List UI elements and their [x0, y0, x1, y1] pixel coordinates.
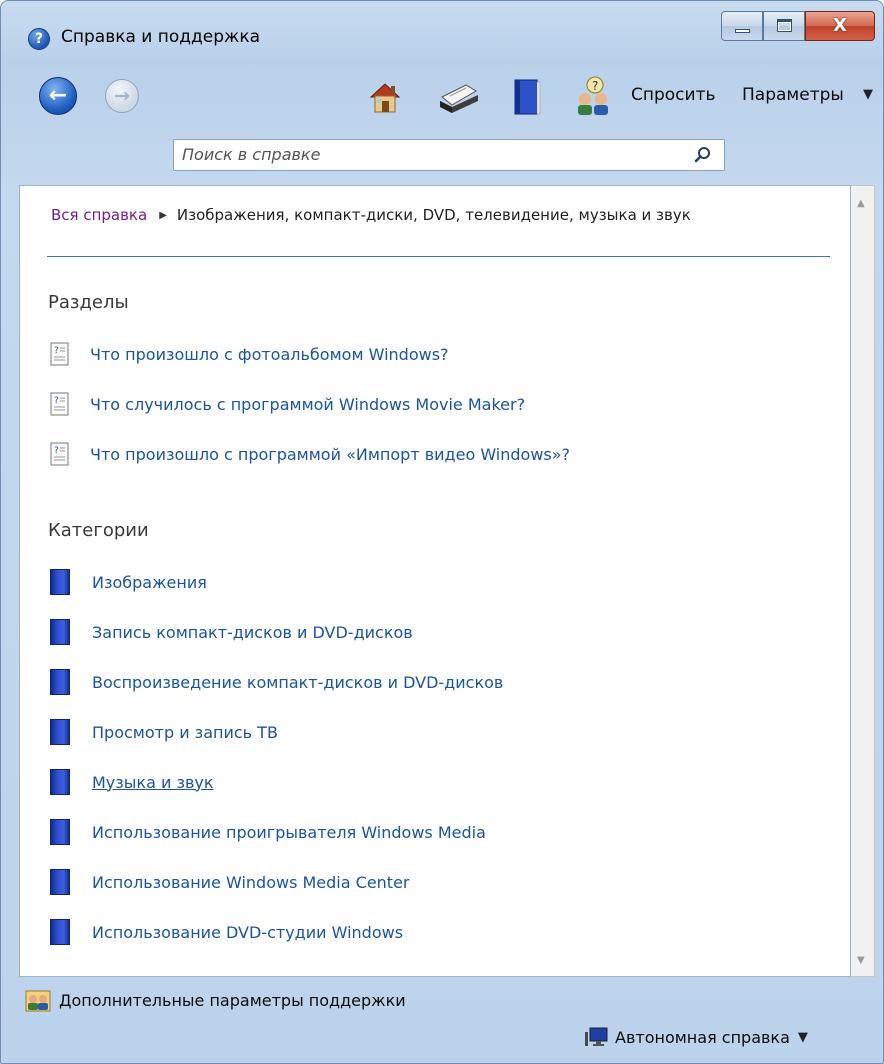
minimize-icon — [735, 29, 750, 33]
category-book-icon — [50, 719, 70, 745]
category-item[interactable]: Использование проигрывателя Windows Medi… — [50, 819, 486, 845]
help-icon: ? — [28, 28, 50, 50]
category-item[interactable]: Просмотр и запись ТВ — [50, 719, 278, 745]
category-link[interactable]: Использование проигрывателя Windows Medi… — [92, 823, 486, 842]
category-link[interactable]: Воспроизведение компакт-дисков и DVD-дис… — [92, 673, 503, 692]
window-title: Справка и поддержка — [61, 27, 261, 47]
title-bar: ? Справка и поддержка X — [1, 1, 883, 55]
search-input[interactable] — [182, 145, 682, 164]
content-pane: Вся справка ▶ Изображения, компакт-диски, … — [19, 185, 851, 977]
help-topic-icon: ? — [50, 342, 69, 366]
svg-text:?: ? — [54, 346, 59, 356]
offline-help-dropdown[interactable]: Автономная справка ▼ — [583, 1026, 808, 1048]
category-link[interactable]: Музыка и звук — [92, 773, 214, 792]
params-button[interactable]: Параметры — [742, 85, 844, 105]
book-icon[interactable] — [513, 78, 541, 116]
search-box — [173, 139, 725, 171]
back-button[interactable]: ← — [39, 77, 77, 115]
help-window: ? Справка и поддержка X ← → ? Спросить П… — [0, 0, 884, 1064]
maximize-icon — [777, 19, 792, 32]
topic-link[interactable]: Что случилось с программой Windows Movie… — [90, 395, 525, 414]
category-item[interactable]: Запись компакт-дисков и DVD-дисков — [50, 619, 413, 645]
ask-button[interactable]: Спросить — [631, 85, 716, 105]
search-icon[interactable] — [694, 146, 712, 164]
category-item[interactable]: Использование Windows Media Center — [50, 869, 410, 895]
svg-text:?: ? — [592, 79, 598, 93]
support-options-label[interactable]: Дополнительные параметры поддержки — [59, 991, 406, 1010]
forward-button[interactable]: → — [105, 79, 139, 113]
category-link[interactable]: Просмотр и запись ТВ — [92, 723, 278, 742]
category-book-icon — [50, 769, 70, 795]
category-item[interactable]: Изображения — [50, 569, 207, 595]
topic-item[interactable]: ? Что произошло с фотоальбомом Windows? — [50, 342, 449, 366]
offline-help-label[interactable]: Автономная справка — [615, 1028, 790, 1047]
chevron-down-icon[interactable]: ▼ — [798, 1030, 808, 1045]
svg-text:?: ? — [54, 396, 59, 406]
category-item[interactable]: Музыка и звук — [50, 769, 214, 795]
support-people-icon — [25, 990, 51, 1012]
params-dropdown-icon[interactable]: ▼ — [863, 87, 873, 102]
maximize-button[interactable] — [763, 11, 805, 41]
category-book-icon — [50, 869, 70, 895]
breadcrumb-root-link[interactable]: Вся справка — [51, 206, 147, 224]
breadcrumb-separator-icon: ▶ — [159, 210, 167, 221]
vertical-scrollbar[interactable]: ▲ ▼ — [851, 185, 875, 977]
category-book-icon — [50, 669, 70, 695]
category-link[interactable]: Изображения — [92, 573, 207, 592]
monitor-icon — [585, 1027, 608, 1046]
divider — [47, 256, 830, 257]
topic-link[interactable]: Что произошло с программой «Импорт видео… — [90, 445, 570, 464]
category-book-icon — [50, 619, 70, 645]
category-book-icon — [50, 569, 70, 595]
printer-icon[interactable] — [436, 81, 480, 115]
close-button[interactable]: X — [805, 11, 875, 41]
svg-text:?: ? — [54, 446, 59, 456]
category-link[interactable]: Использование DVD-студии Windows — [92, 923, 403, 942]
breadcrumb: Вся справка ▶ Изображения, компакт-диски, … — [51, 206, 691, 224]
help-topic-icon: ? — [50, 392, 69, 416]
home-icon[interactable] — [367, 79, 403, 115]
topic-link[interactable]: Что произошло с фотоальбомом Windows? — [90, 345, 449, 364]
category-book-icon — [50, 819, 70, 845]
category-item[interactable]: Использование DVD-студии Windows — [50, 919, 403, 945]
topics-heading: Разделы — [48, 292, 129, 313]
category-link[interactable]: Использование Windows Media Center — [92, 873, 410, 892]
ask-icon[interactable]: ? — [573, 75, 613, 117]
breadcrumb-current: Изображения, компакт-диски, DVD, телевид… — [176, 206, 691, 224]
category-link[interactable]: Запись компакт-дисков и DVD-дисков — [92, 623, 413, 642]
category-book-icon — [50, 919, 70, 945]
topic-item[interactable]: ? Что произошло с программой «Импорт вид… — [50, 442, 570, 466]
category-item[interactable]: Воспроизведение компакт-дисков и DVD-дис… — [50, 669, 503, 695]
minimize-button[interactable] — [721, 11, 763, 41]
support-options-link[interactable]: Дополнительные параметры поддержки — [25, 988, 406, 1012]
help-topic-icon: ? — [50, 442, 69, 466]
categories-heading: Категории — [48, 520, 149, 541]
caption-buttons: X — [721, 11, 875, 41]
scroll-up-icon[interactable]: ▲ — [857, 198, 865, 209]
topic-item[interactable]: ? Что случилось с программой Windows Mov… — [50, 392, 525, 416]
close-icon: X — [833, 15, 847, 36]
scroll-down-icon[interactable]: ▼ — [857, 955, 865, 966]
